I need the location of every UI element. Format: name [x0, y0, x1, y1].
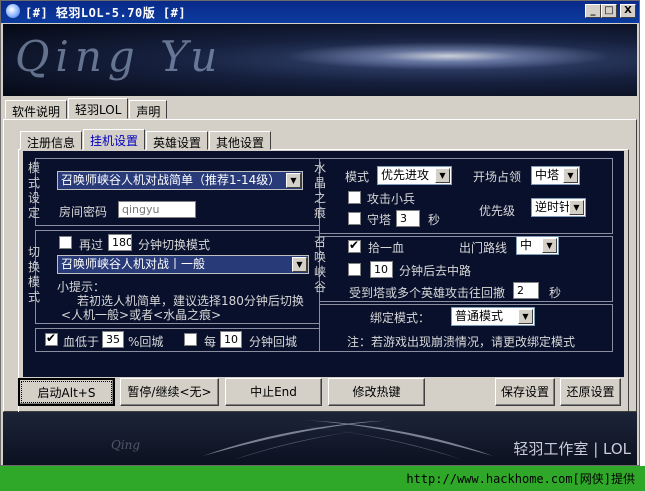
summoner-label: 召唤峡谷 — [313, 235, 326, 294]
tab-other-settings[interactable]: 其他设置 — [209, 131, 272, 150]
room-password-input[interactable]: qingyu — [118, 201, 196, 218]
priority-select[interactable]: 逆时针 ▼ — [531, 198, 586, 217]
timed-return-checkbox[interactable] — [184, 333, 197, 346]
binding-select[interactable]: 普通模式 ▼ — [451, 307, 535, 326]
lane-label: 出门路线 — [459, 241, 508, 255]
app-icon — [6, 4, 20, 18]
app-window: [#] 轻羽LOL-5.70版 [#] _ □ X Qing Yu 软件说明 轻… — [0, 0, 640, 466]
restore-button[interactable]: 还原设置 — [560, 378, 621, 406]
open-capture-value: 中塔 — [535, 168, 560, 182]
switch-mode-select[interactable]: 召唤师峡谷人机对战丨一般 ▼ — [57, 255, 309, 274]
mode-setting-label: 模式设定 — [27, 161, 40, 220]
guard-tower-label: 守塔 — [367, 213, 392, 227]
low-hp-label: 血低于 — [63, 335, 100, 349]
retreat-input[interactable]: 2 — [513, 282, 539, 299]
save-button[interactable]: 保存设置 — [495, 378, 555, 406]
banner-image: Qing Yu — [3, 24, 637, 96]
timed-return-suffix: 分钟回城 — [249, 335, 298, 349]
switch-minutes-input[interactable]: 180 — [108, 234, 132, 251]
stop-button[interactable]: 中止End — [225, 378, 322, 406]
retreat-label: 受到塔或多个英雄攻击往回撤 — [349, 286, 506, 300]
tab-idle-settings[interactable]: 挂机设置 — [83, 129, 146, 150]
crystal-mode-label: 模式 — [345, 170, 370, 184]
tab-statement[interactable]: 声明 — [129, 100, 168, 119]
footer-faint-logo: Qing — [111, 438, 141, 452]
chevron-down-icon[interactable]: ▼ — [563, 168, 578, 183]
maximize-button[interactable]: □ — [601, 4, 617, 18]
minimize-button[interactable]: _ — [585, 4, 601, 18]
guard-tower-checkbox[interactable] — [348, 212, 361, 225]
binding-note: 注：若游戏出现崩溃情况，请更改绑定模式 — [347, 335, 576, 349]
title-bar[interactable]: [#] 轻羽LOL-5.70版 [#] _ □ X — [1, 1, 639, 23]
binding-value: 普通模式 — [455, 309, 504, 323]
tip-line-2: <人机一般>或者<水晶之痕> — [61, 308, 222, 322]
chevron-down-icon[interactable]: ▼ — [518, 309, 533, 324]
low-hp-suffix: %回城 — [128, 335, 164, 349]
switch-mode-checkbox[interactable] — [59, 236, 72, 249]
crystal-mode-value: 优先进攻 — [381, 168, 430, 182]
open-capture-label: 开场占领 — [473, 170, 522, 184]
timed-return-label: 每 — [204, 335, 217, 349]
watermark-bar: http://www.hackhome.com[网侠]提供 — [0, 466, 645, 491]
tab-instructions[interactable]: 软件说明 — [5, 100, 68, 119]
priority-label: 优先级 — [479, 204, 516, 218]
switch-suffix-label: 分钟切换模式 — [138, 238, 211, 252]
low-hp-checkbox[interactable] — [45, 331, 58, 346]
pause-button[interactable]: 暂停/继续<无> — [120, 378, 219, 406]
tab-hero-settings[interactable]: 英雄设置 — [146, 131, 209, 150]
chevron-down-icon[interactable]: ▼ — [435, 168, 450, 183]
tab-qingyu-lol[interactable]: 轻羽LOL — [68, 98, 129, 119]
crystal-mode-select[interactable]: 优先进攻 ▼ — [377, 166, 452, 185]
guard-tower-unit: 秒 — [428, 213, 441, 227]
chevron-down-icon[interactable]: ▼ — [569, 200, 584, 215]
start-button[interactable]: 启动Alt+S — [18, 378, 115, 406]
go-mid-checkbox[interactable] — [348, 263, 361, 276]
open-capture-select[interactable]: 中塔 ▼ — [531, 166, 580, 185]
studio-brand: 轻羽工作室 | LOL — [513, 440, 631, 458]
timed-return-input[interactable]: 10 — [220, 331, 242, 348]
lane-value: 中 — [520, 238, 533, 252]
chevron-down-icon[interactable]: ▼ — [286, 173, 301, 188]
room-password-label: 房间密码 — [59, 205, 108, 219]
priority-value: 逆时针 — [535, 200, 572, 214]
guard-tower-input[interactable]: 3 — [396, 210, 420, 227]
crystal-label: 水晶之痕 — [313, 161, 326, 220]
switch-mode-value: 召唤师峡谷人机对战丨一般 — [61, 257, 206, 271]
right-wing-icon — [303, 420, 493, 460]
window-title: [#] 轻羽LOL-5.70版 [#] — [25, 6, 187, 20]
switch-mode-label: 切换模式 — [27, 245, 40, 304]
banner-glow — [283, 42, 613, 70]
low-hp-input[interactable]: 35 — [102, 331, 124, 348]
lane-select[interactable]: 中 ▼ — [516, 236, 559, 255]
retreat-unit: 秒 — [549, 286, 562, 300]
watermark-text: http://www.hackhome.com[网侠]提供 — [406, 472, 635, 486]
banner-logo: Qing Yu — [15, 32, 224, 81]
go-mid-input[interactable]: 10 — [370, 261, 393, 278]
binding-label: 绑定模式： — [370, 311, 431, 325]
tab-registration[interactable]: 注册信息 — [20, 131, 83, 150]
close-button[interactable]: X — [620, 4, 636, 18]
switch-prefix-label: 再过 — [79, 238, 104, 252]
mode-select[interactable]: 召唤师峡谷人机对战简单（推荐1-14级） ▼ — [57, 171, 303, 190]
attack-minion-label: 攻击小兵 — [367, 192, 416, 206]
pickup-hp-label: 拾一血 — [368, 241, 405, 255]
go-mid-label: 分钟后去中路 — [399, 264, 472, 278]
chevron-down-icon[interactable]: ▼ — [292, 257, 307, 272]
footer-banner: Qing 轻羽工作室 | LOL — [3, 412, 637, 465]
pickup-hp-checkbox[interactable] — [348, 238, 361, 253]
hotkey-button[interactable]: 修改热键 — [328, 378, 425, 406]
attack-minion-checkbox[interactable] — [348, 191, 361, 204]
mode-select-value: 召唤师峡谷人机对战简单（推荐1-14级） — [61, 173, 281, 187]
main-tabs: 软件说明 轻羽LOL 声明 — [5, 98, 168, 119]
sub-tabs: 注册信息 挂机设置 英雄设置 其他设置 — [20, 129, 272, 150]
settings-panel: 模式设定 召唤师峡谷人机对战简单（推荐1-14级） ▼ 房间密码 qingyu … — [23, 151, 624, 377]
chevron-down-icon[interactable]: ▼ — [542, 238, 557, 253]
